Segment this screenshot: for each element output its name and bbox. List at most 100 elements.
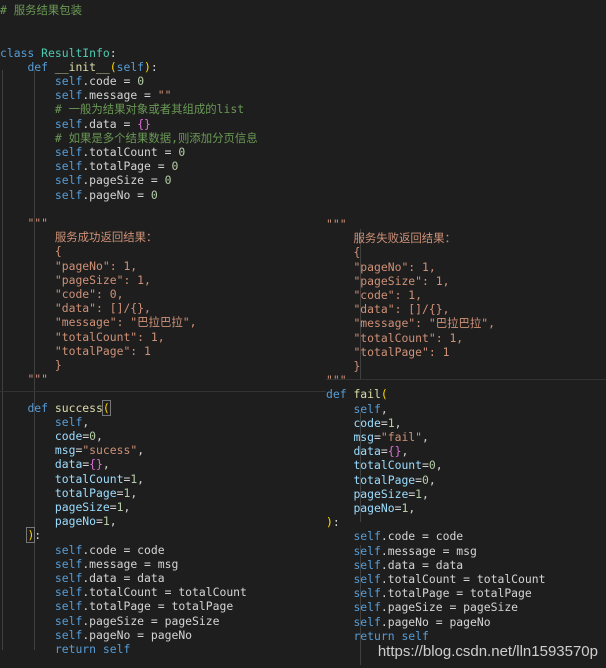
code-line[interactable]: self.data = data bbox=[326, 558, 606, 572]
code-token: , bbox=[380, 401, 388, 416]
code-line[interactable]: self.code = code bbox=[326, 529, 606, 543]
code-line[interactable]: "message": "巴拉巴拉", bbox=[0, 315, 326, 329]
code-line[interactable]: def fail( bbox=[326, 387, 606, 401]
code-token: self bbox=[54, 556, 83, 571]
code-line[interactable]: # 一般为结果对象或者其组成的list bbox=[0, 102, 326, 116]
code-line[interactable]: self.code = 0 bbox=[0, 74, 326, 88]
code-line[interactable]: pageNo=1, bbox=[0, 514, 326, 528]
code-line[interactable]: self.pageSize = 0 bbox=[0, 173, 326, 187]
code-line[interactable]: data={}, bbox=[0, 457, 326, 471]
code-line[interactable]: pageNo=1, bbox=[326, 501, 606, 515]
code-line[interactable]: self.totalCount = totalCount bbox=[326, 572, 606, 586]
code-line[interactable]: # 如果是多个结果数据,则添加分页信息 bbox=[0, 131, 326, 145]
editor-pane-right[interactable]: """ 服务失败返回结果： { "pageNo": 1, "pageSize":… bbox=[326, 0, 606, 668]
code-line[interactable]: self.pageSize = pageSize bbox=[0, 614, 326, 628]
code-line[interactable]: self.pageNo = 0 bbox=[0, 188, 326, 202]
code-line[interactable]: "totalPage": 1 bbox=[326, 345, 606, 359]
code-token: {} bbox=[89, 457, 103, 472]
code-line[interactable]: """ bbox=[0, 216, 326, 230]
code-line[interactable]: msg="sucess", bbox=[0, 443, 326, 457]
code-line[interactable] bbox=[0, 202, 326, 216]
code-line[interactable]: totalPage=0, bbox=[326, 473, 606, 487]
code-line[interactable]: totalCount=0, bbox=[326, 458, 606, 472]
code-line[interactable]: self.pageNo = pageNo bbox=[0, 628, 326, 642]
code-line[interactable]: "code": 1, bbox=[326, 288, 606, 302]
code-line[interactable]: "totalCount": 1, bbox=[0, 330, 326, 344]
code-line[interactable]: totalPage=1, bbox=[0, 486, 326, 500]
code-line[interactable]: self, bbox=[326, 402, 606, 416]
code-token: ResultInfo bbox=[41, 45, 110, 60]
code-line[interactable]: """ bbox=[0, 372, 326, 386]
code-line[interactable]: { bbox=[326, 245, 606, 259]
code-token: "fail" bbox=[380, 430, 423, 444]
code-line[interactable]: self.totalPage = 0 bbox=[0, 159, 326, 173]
code-line[interactable]: return self bbox=[326, 629, 606, 643]
code-line[interactable]: self.code = code bbox=[0, 543, 326, 557]
code-line[interactable]: self, bbox=[0, 415, 326, 429]
code-line[interactable] bbox=[0, 31, 326, 45]
code-line[interactable]: class ResultInfo: bbox=[0, 46, 326, 60]
code-line[interactable]: self.message = msg bbox=[326, 544, 606, 558]
code-line[interactable]: pageSize=1, bbox=[0, 500, 326, 514]
code-line[interactable] bbox=[0, 17, 326, 31]
code-line[interactable]: code=0, bbox=[0, 429, 326, 443]
code-line[interactable]: """ bbox=[326, 217, 606, 231]
code-line[interactable]: def __init__(self): bbox=[0, 60, 326, 74]
code-line[interactable]: self.pageSize = pageSize bbox=[326, 600, 606, 614]
code-line[interactable]: ): bbox=[0, 527, 326, 544]
code-token: class bbox=[0, 45, 42, 60]
code-line[interactable]: "pageSize": 1, bbox=[326, 274, 606, 288]
code-line[interactable]: "pageNo": 1, bbox=[0, 259, 326, 273]
code-line[interactable]: self.data = data bbox=[0, 571, 326, 585]
code-token: "code": 0, bbox=[54, 287, 124, 301]
code-line[interactable]: self.data = {} bbox=[0, 117, 326, 131]
code-line[interactable]: "totalPage": 1 bbox=[0, 344, 326, 358]
code-line[interactable]: self.pageNo = pageNo bbox=[326, 615, 606, 629]
code-line[interactable]: "message": "巴拉巴拉", bbox=[326, 316, 606, 330]
code-line[interactable]: totalCount=1, bbox=[0, 472, 326, 486]
code-line[interactable]: 服务成功返回结果： bbox=[0, 230, 326, 244]
code-line[interactable]: """ bbox=[326, 373, 606, 387]
code-line[interactable]: self.totalPage = totalPage bbox=[0, 599, 326, 613]
code-line[interactable]: self.message = "" bbox=[0, 88, 326, 102]
code-line[interactable]: self.totalCount = totalCount bbox=[0, 585, 326, 599]
code-line[interactable]: } bbox=[326, 359, 606, 373]
code-line[interactable]: self.totalPage = totalPage bbox=[326, 586, 606, 600]
code-line[interactable]: msg="fail", bbox=[326, 430, 606, 444]
code-token: self bbox=[116, 59, 145, 74]
code-token: # 如果是多个结果数据,则添加分页信息 bbox=[54, 130, 258, 145]
code-line[interactable]: self.totalCount = 0 bbox=[0, 145, 326, 159]
code-line[interactable]: # 服务结果包装 bbox=[0, 3, 326, 17]
code-line[interactable]: return self bbox=[0, 642, 326, 656]
code-line[interactable]: self.message = msg bbox=[0, 557, 326, 571]
code-token: self bbox=[54, 88, 83, 103]
code-token: , bbox=[130, 485, 138, 500]
code-line[interactable]: 服务失败返回结果： bbox=[326, 231, 606, 245]
code-line[interactable]: "pageSize": 1, bbox=[0, 273, 326, 287]
code-line[interactable]: "code": 0, bbox=[0, 287, 326, 301]
code-token: "data": []/{}, bbox=[54, 301, 151, 316]
code-line[interactable]: ): bbox=[326, 515, 606, 529]
code-token: self bbox=[54, 414, 83, 429]
code-token: self bbox=[353, 557, 381, 572]
code-line[interactable]: { bbox=[0, 244, 326, 258]
code-line[interactable] bbox=[0, 386, 326, 400]
code-line[interactable]: "data": []/{}, bbox=[326, 302, 606, 316]
code-line[interactable]: code=1, bbox=[326, 416, 606, 430]
code-token: fail bbox=[353, 387, 381, 402]
code-line[interactable]: data={}, bbox=[326, 444, 606, 458]
code-line[interactable]: "totalCount": 1, bbox=[326, 331, 606, 345]
code-line[interactable]: "data": []/{}, bbox=[0, 301, 326, 315]
code-token: def bbox=[27, 400, 55, 415]
code-line[interactable]: pageSize=1, bbox=[326, 487, 606, 501]
code-token: .data = data bbox=[82, 571, 165, 585]
code-line[interactable]: } bbox=[0, 358, 326, 372]
code-line[interactable]: "pageNo": 1, bbox=[326, 260, 606, 274]
code-line[interactable]: def success( bbox=[0, 399, 326, 416]
code-token: .pageSize = bbox=[82, 173, 165, 188]
editor-pane-left[interactable]: # 服务结果包装 class ResultInfo: def __init__(s… bbox=[0, 0, 326, 668]
